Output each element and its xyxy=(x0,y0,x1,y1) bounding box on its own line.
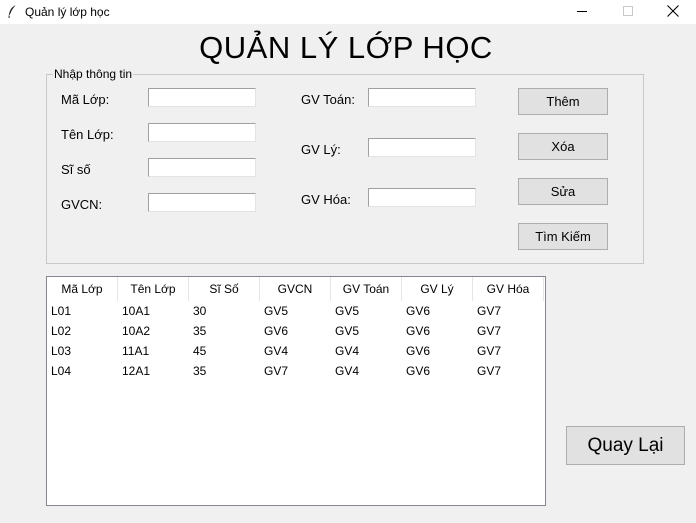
cell: GV4 xyxy=(264,344,289,358)
cell: 30 xyxy=(193,304,207,318)
cell: 10A2 xyxy=(122,324,151,338)
column-header-si-so[interactable]: Sĩ Số xyxy=(189,277,260,301)
cell: 35 xyxy=(193,324,207,338)
table-row[interactable]: L04 12A1 35 GV7 GV4 GV6 GV7 xyxy=(47,361,545,381)
column-header-ma-lop[interactable]: Mã Lớp xyxy=(47,277,118,301)
cell: GV7 xyxy=(477,344,502,358)
class-table[interactable]: Mã Lớp Tên Lớp Sĩ Số GVCN GV Toán GV Lý … xyxy=(46,276,546,506)
cell: GV7 xyxy=(264,364,289,378)
minimize-button[interactable] xyxy=(559,0,605,24)
table-row[interactable]: L03 11A1 45 GV4 GV4 GV6 GV7 xyxy=(47,341,545,361)
close-button[interactable] xyxy=(650,0,696,24)
gv-toan-input[interactable] xyxy=(368,88,476,107)
cell: L02 xyxy=(51,324,72,338)
cell: GV5 xyxy=(335,324,360,338)
window-titlebar: Quản lý lớp học xyxy=(0,0,696,24)
tim-kiem-button[interactable]: Tìm Kiếm xyxy=(518,223,608,250)
cell: 45 xyxy=(193,344,207,358)
gv-ly-input[interactable] xyxy=(368,138,476,157)
si-so-input[interactable] xyxy=(148,158,256,177)
cell: 35 xyxy=(193,364,207,378)
gv-toan-label: GV Toán: xyxy=(301,92,355,107)
maximize-icon xyxy=(623,5,633,19)
cell: GV7 xyxy=(477,324,502,338)
ten-lop-input[interactable] xyxy=(148,123,256,142)
table-header: Mã Lớp Tên Lớp Sĩ Số GVCN GV Toán GV Lý … xyxy=(47,277,545,301)
column-header-gvcn[interactable]: GVCN xyxy=(260,277,331,301)
feather-icon xyxy=(6,4,18,20)
cell: GV5 xyxy=(335,304,360,318)
ma-lop-label: Mã Lớp: xyxy=(61,92,110,107)
window-title: Quản lý lớp học xyxy=(25,5,110,19)
cell: GV5 xyxy=(264,304,289,318)
page-title: QUẢN LÝ LỚP HỌC xyxy=(199,30,493,65)
table-row[interactable]: L01 10A1 30 GV5 GV5 GV6 GV7 xyxy=(47,301,545,321)
column-header-gv-hoa[interactable]: GV Hóa xyxy=(473,277,544,301)
groupbox-label: Nhập thông tin xyxy=(53,67,134,81)
ma-lop-input[interactable] xyxy=(148,88,256,107)
cell: GV6 xyxy=(406,364,431,378)
cell: GV6 xyxy=(264,324,289,338)
cell: 12A1 xyxy=(122,364,151,378)
gvcn-label: GVCN: xyxy=(61,197,103,212)
quay-lai-button[interactable]: Quay Lại xyxy=(566,426,685,465)
cell: GV6 xyxy=(406,324,431,338)
close-icon xyxy=(667,4,679,20)
gv-hoa-label: GV Hóa: xyxy=(301,192,351,207)
cell: 10A1 xyxy=(122,304,151,318)
ten-lop-label: Tên Lớp: xyxy=(61,127,114,142)
maximize-button[interactable] xyxy=(605,0,651,24)
cell: GV7 xyxy=(477,364,502,378)
xoa-button[interactable]: Xóa xyxy=(518,133,608,160)
column-header-ten-lop[interactable]: Tên Lớp xyxy=(118,277,189,301)
column-header-gv-ly[interactable]: GV Lý xyxy=(402,277,473,301)
cell: GV6 xyxy=(406,304,431,318)
si-so-label: Sĩ số xyxy=(61,162,91,177)
cell: L04 xyxy=(51,364,72,378)
cell: 11A1 xyxy=(122,344,150,358)
column-header-gv-toan[interactable]: GV Toán xyxy=(331,277,402,301)
minimize-icon xyxy=(577,5,587,19)
cell: L03 xyxy=(51,344,72,358)
gv-hoa-input[interactable] xyxy=(368,188,476,207)
gv-ly-label: GV Lý: xyxy=(301,142,341,157)
sua-button[interactable]: Sửa xyxy=(518,178,608,205)
gvcn-input[interactable] xyxy=(148,193,256,212)
cell: GV7 xyxy=(477,304,502,318)
cell: GV4 xyxy=(335,364,360,378)
cell: GV4 xyxy=(335,344,360,358)
table-row[interactable]: L02 10A2 35 GV6 GV5 GV6 GV7 xyxy=(47,321,545,341)
cell: L01 xyxy=(51,304,72,318)
them-button[interactable]: Thêm xyxy=(518,88,608,115)
cell: GV6 xyxy=(406,344,431,358)
